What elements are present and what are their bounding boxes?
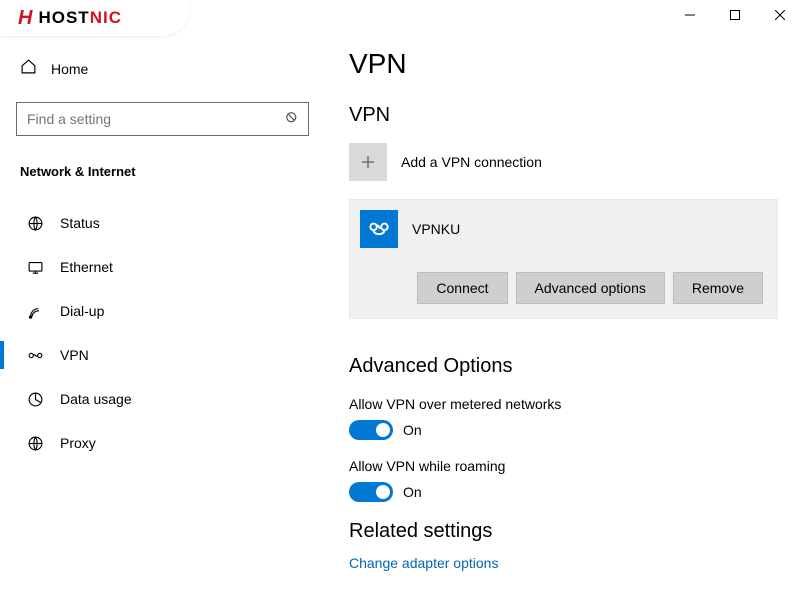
home-nav[interactable]: Home	[8, 48, 317, 90]
sidebar-item-datausage[interactable]: Data usage	[8, 377, 317, 421]
sidebar-item-status[interactable]: Status	[8, 201, 317, 245]
add-vpn-button[interactable]	[349, 143, 387, 181]
section-title-related: Related settings	[349, 520, 778, 543]
status-icon	[26, 215, 44, 232]
add-vpn-label: Add a VPN connection	[401, 154, 542, 170]
vpn-icon	[26, 347, 44, 364]
nav-list: Status Ethernet Dial-up VPN	[8, 201, 317, 465]
sidebar-item-vpn[interactable]: VPN	[8, 333, 317, 377]
close-button[interactable]	[757, 0, 802, 30]
sidebar-item-label: Dial-up	[60, 303, 104, 319]
connect-button[interactable]: Connect	[417, 272, 507, 304]
search-box[interactable]	[16, 102, 309, 136]
ethernet-icon	[26, 259, 44, 276]
sidebar-item-ethernet[interactable]: Ethernet	[8, 245, 317, 289]
window-controls	[667, 0, 802, 30]
search-icon	[283, 109, 301, 132]
main-content: VPN VPN Add a VPN connection VPNKU Conne…	[325, 0, 802, 614]
search-input[interactable]	[16, 102, 309, 136]
section-title-vpn: VPN	[349, 104, 778, 127]
toggle-roaming-label: Allow VPN while roaming	[349, 458, 778, 474]
vpn-connection-card[interactable]: VPNKU Connect Advanced options Remove	[349, 199, 778, 319]
brand-logo: H HOSTNIC	[0, 0, 190, 36]
page-title: VPN	[349, 48, 778, 80]
advanced-options-button[interactable]: Advanced options	[516, 272, 665, 304]
remove-button[interactable]: Remove	[673, 272, 763, 304]
vpn-tile-icon	[360, 210, 398, 248]
section-title-advanced: Advanced Options	[349, 355, 778, 378]
home-label: Home	[51, 61, 88, 77]
toggle-roaming-row: Allow VPN while roaming On	[349, 458, 778, 502]
category-title: Network & Internet	[8, 156, 317, 191]
home-icon	[20, 58, 37, 80]
toggle-metered-label: Allow VPN over metered networks	[349, 396, 778, 412]
logo-text: HOSTNIC	[38, 8, 122, 28]
minimize-button[interactable]	[667, 0, 712, 30]
add-vpn-row[interactable]: Add a VPN connection	[349, 143, 778, 181]
logo-text-part1: HOST	[38, 8, 89, 27]
change-adapter-link[interactable]: Change adapter options	[349, 555, 778, 571]
vpn-connection-name: VPNKU	[412, 221, 460, 237]
sidebar-item-proxy[interactable]: Proxy	[8, 421, 317, 465]
toggle-metered-row: Allow VPN over metered networks On	[349, 396, 778, 440]
sidebar-item-label: Data usage	[60, 391, 132, 407]
sidebar-item-label: Ethernet	[60, 259, 113, 275]
datausage-icon	[26, 391, 44, 408]
sidebar-item-label: Status	[60, 215, 100, 231]
dialup-icon	[26, 303, 44, 320]
maximize-button[interactable]	[712, 0, 757, 30]
sidebar-item-label: Proxy	[60, 435, 96, 451]
toggle-roaming-state: On	[403, 484, 422, 500]
sidebar-item-dialup[interactable]: Dial-up	[8, 289, 317, 333]
proxy-icon	[26, 435, 44, 452]
logo-text-part2: NIC	[90, 8, 122, 27]
sidebar: Home Network & Internet Status Ethernet	[0, 0, 325, 614]
logo-mark-icon: H	[18, 7, 32, 30]
sidebar-item-label: VPN	[60, 347, 89, 363]
toggle-metered[interactable]	[349, 420, 393, 440]
plus-icon	[359, 153, 377, 171]
toggle-metered-state: On	[403, 422, 422, 438]
toggle-roaming[interactable]	[349, 482, 393, 502]
